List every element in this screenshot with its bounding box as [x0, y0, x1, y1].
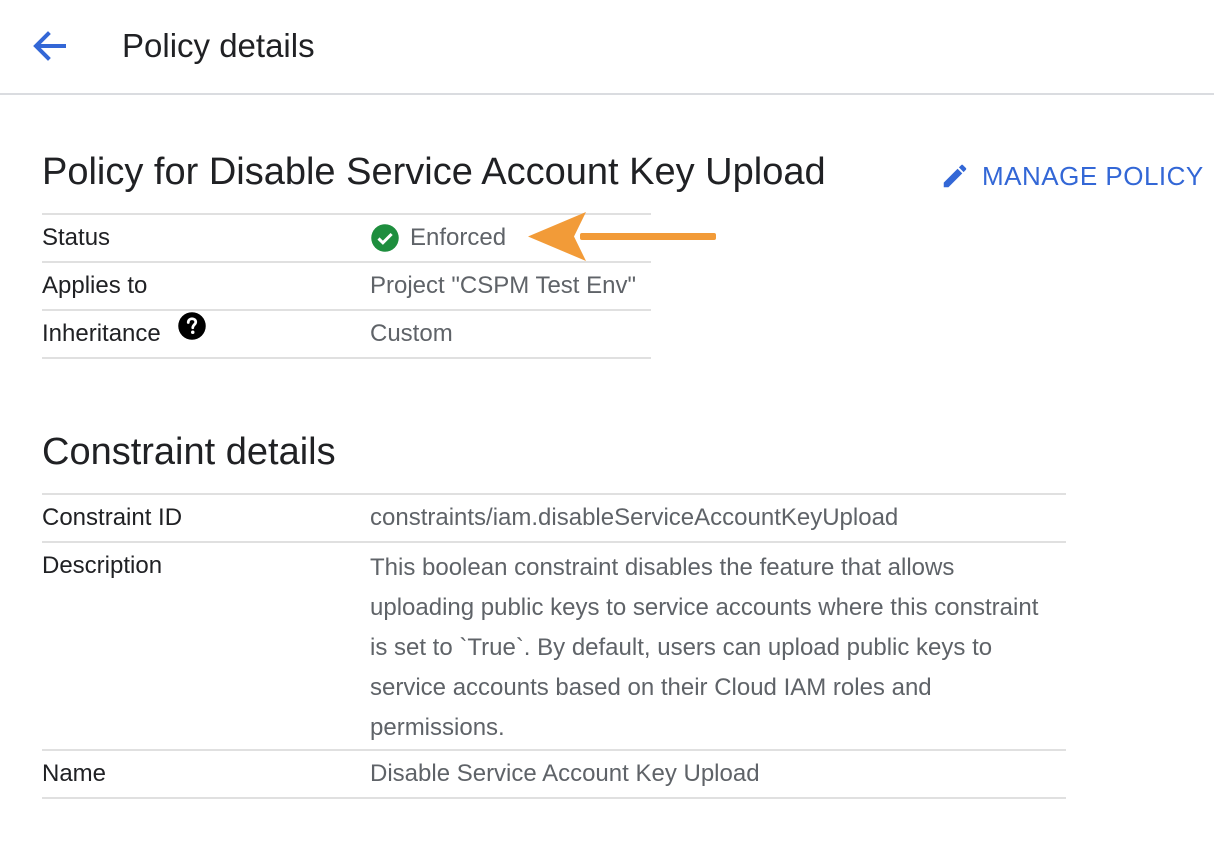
constraint-table: Constraint ID constraints/iam.disableSer…	[42, 493, 1066, 799]
table-row-name: Name Disable Service Account Key Upload	[42, 751, 1066, 799]
page-title: Policy details	[122, 27, 315, 64]
top-bar: Policy details	[0, 0, 1214, 95]
orange-arrow-annotation	[528, 212, 716, 261]
inheritance-label-cell: Inheritance	[42, 311, 207, 357]
row-label: Status	[42, 224, 111, 251]
table-row-inheritance: Inheritance Custom	[42, 311, 651, 359]
constraint-heading: Constraint details	[42, 431, 336, 473]
help-circle-icon[interactable]	[177, 311, 207, 357]
applies-to-value: Project "CSPM Test Env"	[370, 272, 637, 299]
row-label: Constraint ID	[42, 504, 183, 531]
row-label: Inheritance	[42, 320, 161, 347]
manage-policy-label: MANAGE POLICY	[982, 160, 1204, 191]
pencil-icon	[943, 164, 967, 188]
manage-policy-button[interactable]: MANAGE POLICY	[940, 156, 1204, 196]
row-label: Name	[42, 760, 107, 787]
row-label: Applies to	[42, 272, 148, 299]
row-label: Description	[42, 552, 163, 579]
status-text: Enforced	[410, 224, 507, 251]
table-row-constraint-id: Constraint ID constraints/iam.disableSer…	[42, 495, 1066, 543]
table-row-description: Description This boolean constraint disa…	[42, 543, 1066, 751]
arrow-back-icon	[33, 31, 66, 61]
constraint-id-value: constraints/iam.disableServiceAccountKey…	[370, 504, 899, 531]
policy-heading: Policy for Disable Service Account Key U…	[42, 151, 826, 193]
description-value: This boolean constraint disables the fea…	[370, 554, 1039, 741]
check-circle-icon	[371, 224, 399, 252]
status-value: Enforced	[370, 215, 506, 261]
name-value: Disable Service Account Key Upload	[370, 760, 760, 787]
back-button[interactable]	[28, 26, 72, 66]
inheritance-value: Custom	[370, 320, 453, 347]
table-row-applies-to: Applies to Project "CSPM Test Env"	[42, 263, 651, 311]
